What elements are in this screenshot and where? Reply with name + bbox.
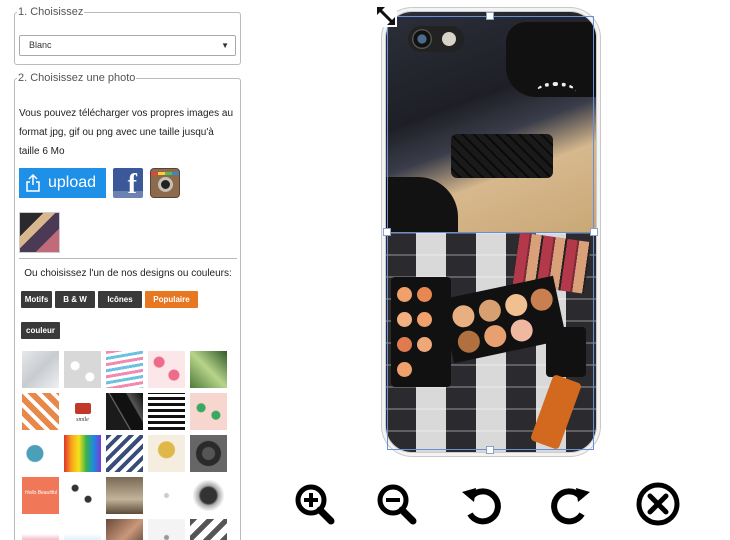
step2-panel: 2. Choisissez une photo Vous pouvez télé… [14, 72, 241, 540]
design-tile[interactable] [189, 350, 228, 389]
facebook-icon[interactable]: f [113, 168, 143, 198]
design-tile[interactable] [105, 476, 144, 515]
divider [19, 258, 237, 259]
resize-handle-top[interactable] [486, 12, 494, 20]
design-tile[interactable] [189, 434, 228, 473]
instagram-icon[interactable] [150, 168, 180, 198]
design-tile[interactable] [21, 392, 60, 431]
design-tile[interactable] [105, 434, 144, 473]
tab-couleur[interactable]: couleur [21, 322, 60, 339]
tile-caption-hello: Hello Beautiful [24, 490, 58, 496]
tab-bw[interactable]: B & W [55, 291, 95, 308]
step1-legend: 1. Choisissez [18, 6, 84, 18]
upload-button[interactable]: upload [19, 168, 106, 198]
upload-icon [26, 174, 40, 192]
design-tile[interactable] [105, 392, 144, 431]
editor-toolbar [290, 480, 690, 530]
uploaded-photo-thumbnail[interactable] [19, 212, 60, 253]
zoom-out-icon[interactable] [372, 480, 420, 528]
rotate-right-icon[interactable] [546, 480, 594, 528]
selection-midline [387, 232, 594, 233]
color-select[interactable]: Blanc ▼ [19, 35, 236, 56]
resize-icon[interactable] [375, 5, 397, 27]
design-tile[interactable] [63, 476, 102, 515]
chevron-down-icon: ▼ [221, 41, 229, 50]
zoom-in-icon[interactable] [290, 480, 338, 528]
tab-motifs[interactable]: Motifs [21, 291, 52, 308]
color-select-value: Blanc [29, 40, 52, 50]
resize-handle-bottom[interactable] [486, 446, 494, 454]
design-tile[interactable] [63, 518, 102, 540]
upload-label: upload [48, 174, 97, 191]
tab-icones[interactable]: Icônes [98, 291, 142, 308]
design-tile[interactable]: Hello Beautiful [21, 476, 60, 515]
design-tile[interactable] [105, 518, 144, 540]
remove-icon[interactable] [634, 480, 682, 528]
upload-description: Vous pouvez télécharger vos propres imag… [19, 108, 234, 157]
design-tile[interactable] [147, 434, 186, 473]
step1-panel: 1. Choisissez Blanc ▼ [14, 6, 241, 65]
preview-photo-lower [386, 232, 596, 452]
design-tile[interactable]: smile [63, 392, 102, 431]
step2-legend: 2. Choisissez une photo [18, 72, 136, 84]
design-tile[interactable] [147, 350, 186, 389]
design-tile[interactable] [63, 434, 102, 473]
design-tile[interactable] [147, 476, 186, 515]
design-tile[interactable] [21, 350, 60, 389]
design-tile[interactable] [147, 392, 186, 431]
design-tile[interactable] [147, 518, 186, 540]
design-tile[interactable] [189, 518, 228, 540]
design-tile[interactable] [189, 392, 228, 431]
design-tile[interactable] [63, 350, 102, 389]
designs-heading: Ou choisissez l'un de nos designs ou cou… [24, 268, 232, 279]
design-tile[interactable] [105, 350, 144, 389]
camera-cutout [408, 26, 464, 52]
resize-handle-left[interactable] [383, 228, 391, 236]
design-tile[interactable] [21, 434, 60, 473]
tab-populaire[interactable]: Populaire [145, 291, 198, 308]
resize-handle-right[interactable] [590, 228, 598, 236]
design-tile[interactable] [189, 476, 228, 515]
rotate-left-icon[interactable] [458, 480, 506, 528]
design-tile[interactable] [21, 518, 60, 540]
tile-caption-smile: smile [76, 417, 89, 423]
